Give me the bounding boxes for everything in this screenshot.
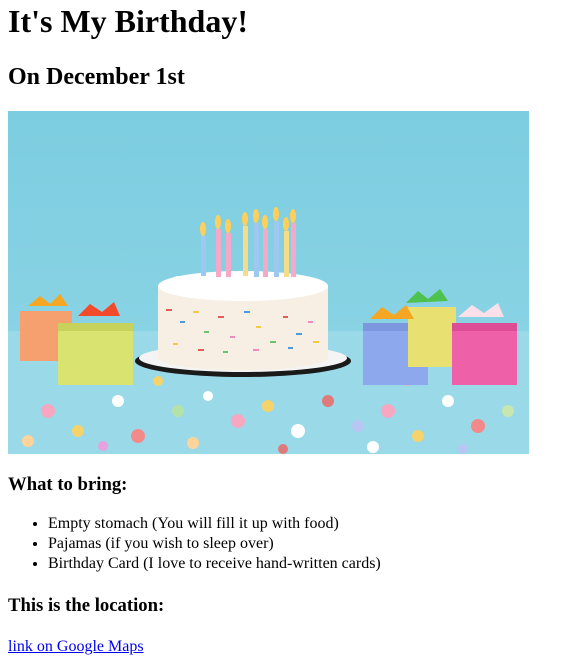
location-heading: This is the location: [8, 595, 165, 616]
bring-heading: What to bring: [8, 474, 128, 495]
birthday-cake-image [8, 111, 529, 454]
cake [158, 271, 328, 370]
bring-list: Empty stomach (You will fill it up with … [8, 514, 570, 574]
list-item: Empty stomach (You will fill it up with … [48, 514, 570, 534]
list-item: Birthday Card (I love to receive hand-wr… [48, 554, 570, 574]
page-subtitle: On December 1st [8, 64, 185, 90]
list-item: Pajamas (if you wish to sleep over) [48, 534, 570, 554]
google-maps-link[interactable]: link on Google Maps [8, 638, 144, 656]
page-title: It's My Birthday! [8, 3, 248, 39]
